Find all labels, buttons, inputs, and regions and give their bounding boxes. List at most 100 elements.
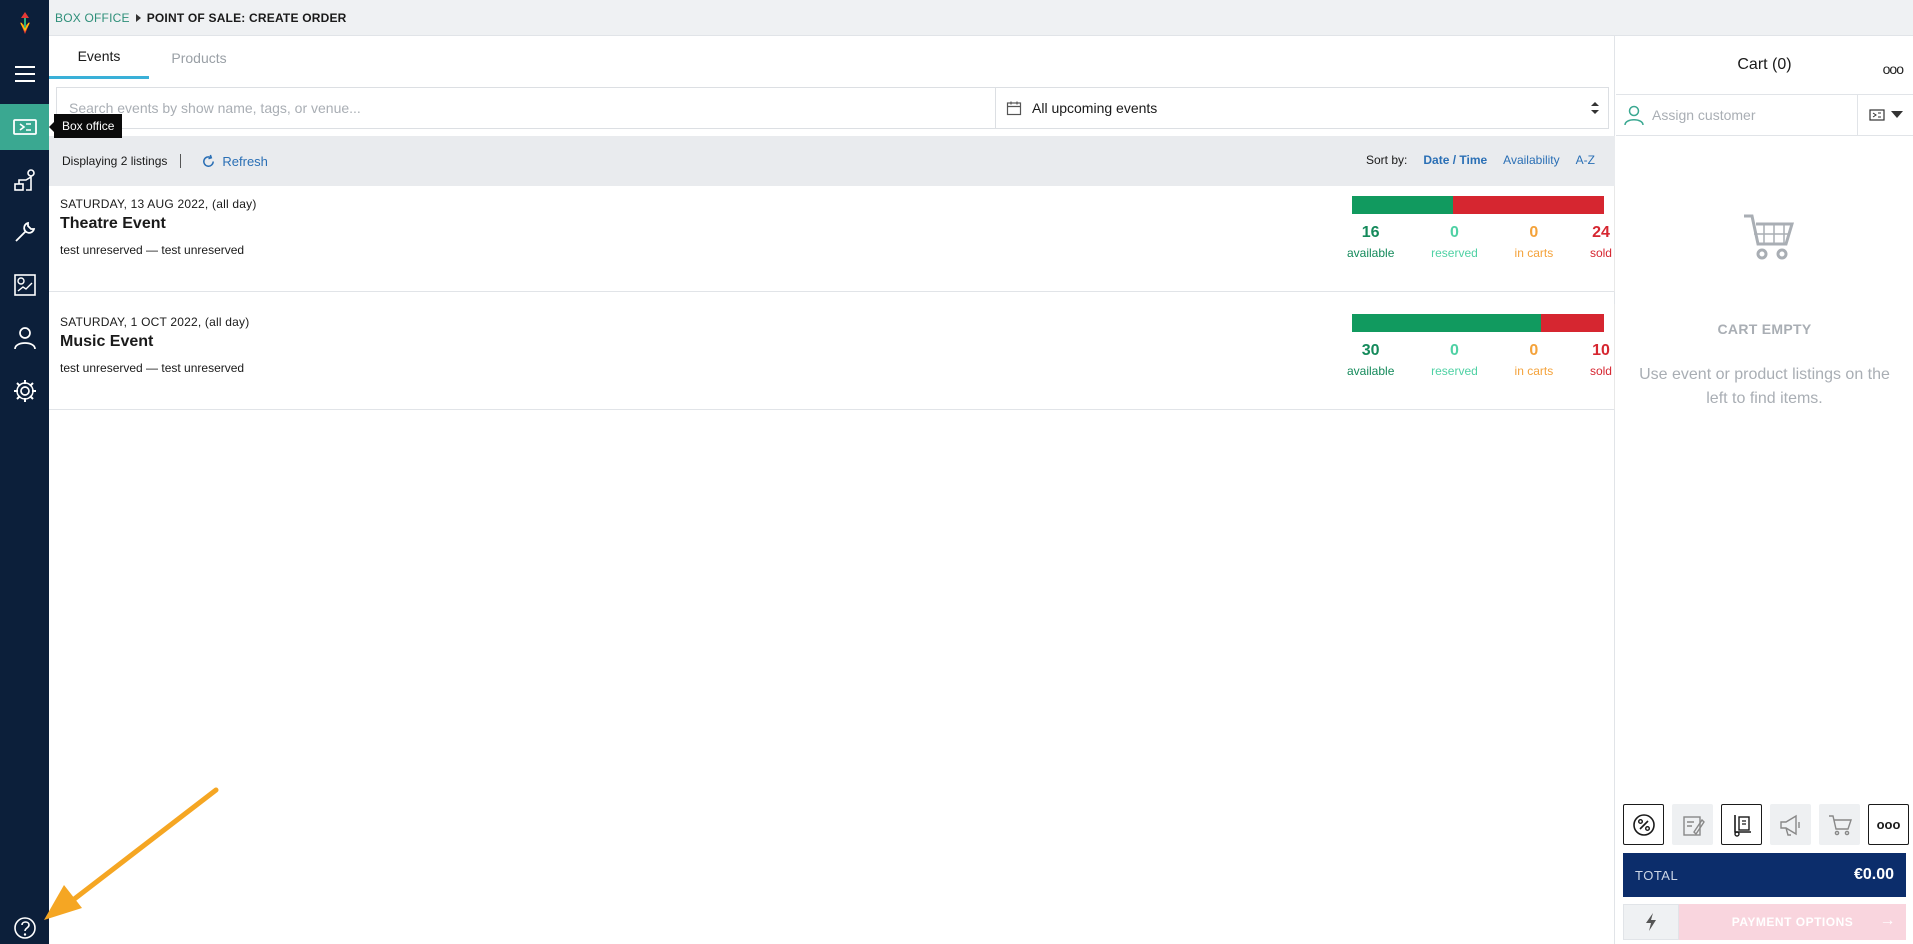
availability-bar (1352, 314, 1604, 332)
menu-icon[interactable] (0, 51, 49, 97)
payment-options-button[interactable]: PAYMENT OPTIONS → (1679, 904, 1906, 940)
stat-available-value: 16 (1361, 224, 1380, 241)
box-office-tooltip: Box office (48, 114, 123, 138)
note-button[interactable] (1672, 804, 1713, 845)
breadcrumb-current: POINT OF SALE: CREATE ORDER (146, 11, 347, 25)
main-panel: Events Products All upcoming events Disp… (49, 36, 1615, 944)
sort-availability[interactable]: Availability (1503, 153, 1559, 167)
more-tools-label: ooo (1876, 817, 1901, 832)
listing-toolbar: Displaying 2 listings Refresh Sort by: D… (49, 136, 1615, 186)
ticket-icon (1868, 109, 1885, 121)
ticket-type-dropdown[interactable] (1858, 95, 1913, 135)
stat-sold: 10 sold (1590, 342, 1612, 378)
availability-bar-available (1352, 314, 1541, 332)
customer-icon (1616, 95, 1652, 135)
stat-reserved: 0 reserved (1431, 224, 1478, 260)
stat-in-carts-value: 0 (1529, 342, 1539, 359)
cart-more-button[interactable]: ooo (1883, 61, 1904, 77)
promo-button[interactable] (1770, 804, 1811, 845)
delivery-button[interactable] (1721, 804, 1762, 845)
reports-icon[interactable] (0, 262, 49, 308)
event-venue: test unreserved — test unreserved (60, 361, 245, 375)
stat-sold-value: 10 (1592, 342, 1610, 359)
breadcrumb: BOX OFFICE POINT OF SALE: CREATE ORDER (55, 11, 347, 25)
stat-in-carts-value: 0 (1529, 224, 1539, 241)
availability-bar (1352, 196, 1604, 214)
availability-bar-sold (1452, 196, 1604, 214)
bolt-icon (1646, 913, 1656, 931)
listing-count: Displaying 2 listings (49, 154, 182, 168)
discount-button[interactable] (1623, 804, 1664, 845)
event-listing[interactable]: SATURDAY, 13 AUG 2022, (all day) Theatre… (49, 186, 1615, 292)
assign-customer-input[interactable] (1652, 95, 1858, 135)
stat-in-carts-label: in carts (1514, 246, 1554, 260)
percent-icon (1632, 813, 1655, 836)
more-tools-button[interactable]: ooo (1868, 804, 1909, 845)
user-icon[interactable] (0, 315, 49, 361)
event-venue: test unreserved — test unreserved (60, 243, 245, 257)
calendar-icon (1006, 101, 1022, 116)
cart-small-icon (1828, 814, 1852, 835)
cart-tools: ooo (1623, 804, 1909, 845)
payment-options-label: PAYMENT OPTIONS (1731, 915, 1854, 929)
event-name: Music Event (60, 333, 154, 350)
event-date: SATURDAY, 13 AUG 2022, (all day) (60, 197, 257, 211)
trolley-icon (1733, 814, 1751, 837)
stat-sold-label: sold (1589, 246, 1612, 260)
tab-events[interactable]: Events (49, 36, 149, 79)
event-stats: 30 available 0 reserved 0 in carts 10 sold (1347, 342, 1612, 378)
cart-empty-text: Use event or product listings on the lef… (1639, 366, 1890, 407)
top-bar: BOX OFFICE POINT OF SALE: CREATE ORDER (49, 0, 1913, 36)
select-arrows-icon (1591, 102, 1599, 114)
stat-reserved-value: 0 (1450, 224, 1459, 241)
search-row: All upcoming events (56, 87, 1609, 129)
event-filter-select[interactable]: All upcoming events (996, 88, 1608, 128)
stat-in-carts: 0 in carts (1515, 342, 1554, 378)
event-date: SATURDAY, 1 OCT 2022, (all day) (60, 315, 249, 329)
stat-reserved-label: reserved (1431, 246, 1478, 260)
stat-available: 16 available (1347, 224, 1394, 260)
stat-available-label: available (1347, 364, 1395, 378)
cart-empty-title: CART EMPTY (1717, 321, 1812, 337)
event-date-text: SATURDAY, 13 AUG 2022, (60, 197, 209, 211)
total-label: TOTAL (1635, 867, 1679, 883)
gear-icon[interactable] (0, 368, 49, 414)
stat-sold: 24 sold (1590, 224, 1612, 260)
help-icon[interactable] (0, 905, 49, 944)
stat-reserved: 0 reserved (1431, 342, 1478, 378)
event-time: (all day) (204, 315, 250, 329)
quick-pay-button[interactable] (1623, 904, 1679, 940)
tools-icon[interactable] (0, 209, 49, 255)
stat-available-value: 30 (1361, 342, 1380, 359)
logo-icon[interactable] (0, 0, 49, 46)
event-date-text: SATURDAY, 1 OCT 2022, (60, 315, 202, 329)
stat-reserved-value: 0 (1450, 342, 1459, 359)
tab-products[interactable]: Products (149, 36, 249, 79)
stat-available: 30 available (1347, 342, 1394, 378)
stat-sold-value: 24 (1592, 224, 1610, 241)
breadcrumb-box-office[interactable]: BOX OFFICE (55, 11, 130, 25)
availability-bar-available (1352, 196, 1453, 214)
stat-reserved-label: reserved (1431, 364, 1478, 378)
search-input[interactable] (57, 88, 996, 128)
ticket-icon[interactable] (0, 104, 49, 150)
chevron-down-icon (1890, 111, 1903, 118)
assign-customer-row (1616, 94, 1913, 136)
sort-controls: Sort by: Date / Time Availability A-Z (1366, 153, 1595, 167)
payment-row: PAYMENT OPTIONS → (1623, 904, 1906, 940)
refresh-button[interactable]: Refresh (201, 154, 268, 169)
sort-a-z[interactable]: A-Z (1576, 153, 1595, 167)
stat-in-carts-label: in carts (1514, 364, 1554, 378)
event-filter-value: All upcoming events (1032, 100, 1158, 116)
total-bar: TOTAL €0.00 (1623, 853, 1906, 897)
cart-action-button[interactable] (1819, 804, 1860, 845)
refresh-label: Refresh (222, 153, 268, 169)
sort-date-time[interactable]: Date / Time (1423, 153, 1487, 167)
pos-icon[interactable] (0, 158, 49, 204)
event-name: Theatre Event (60, 215, 166, 232)
sort-label: Sort by: (1366, 153, 1408, 167)
event-listing[interactable]: SATURDAY, 1 OCT 2022, (all day) Music Ev… (49, 304, 1615, 410)
stat-in-carts: 0 in carts (1515, 224, 1554, 260)
event-time: (all day) (212, 197, 257, 211)
logo-icon-svg (19, 12, 30, 34)
